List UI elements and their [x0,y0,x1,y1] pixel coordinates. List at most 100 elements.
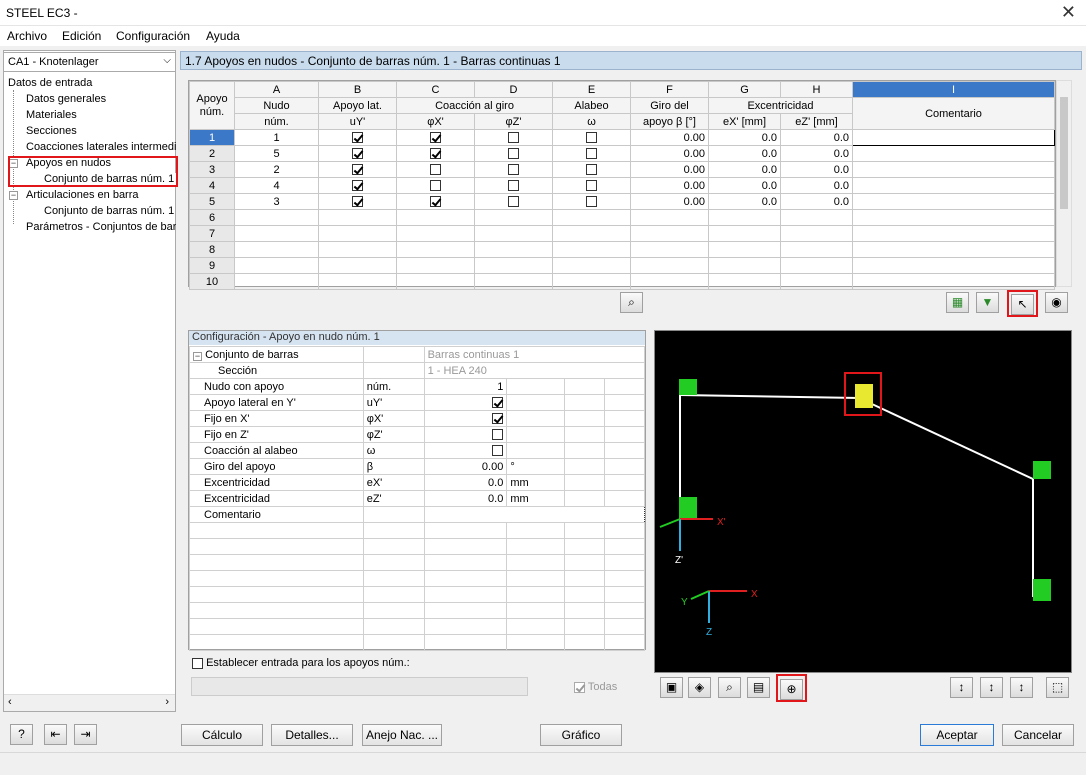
anejo-button[interactable]: Anejo Nac. ... [362,724,442,746]
grid-checkbox[interactable] [508,164,519,176]
row-number[interactable]: 3 [189,161,235,178]
empty-cell[interactable] [396,273,475,290]
grid-checkbox[interactable] [586,132,597,144]
empty-cell[interactable] [552,241,631,258]
cell-phix[interactable] [396,161,475,178]
cell-alabeo[interactable] [552,177,631,194]
collapse-icon[interactable]: − [193,351,202,361]
cell-alabeo[interactable] [552,193,631,210]
cell-beta[interactable]: 0.00 [630,145,709,162]
empty-cell[interactable] [318,257,397,274]
property-row[interactable]: Coacción al alabeo ω [189,442,645,459]
grid-checkbox[interactable] [508,196,519,208]
empty-cell[interactable] [852,209,1055,226]
cell-alabeo[interactable] [552,145,631,162]
cell-alabeo[interactable] [552,129,631,146]
isometric-icon[interactable]: ⬚ [1046,677,1069,698]
property-row[interactable]: Excentricidad eX' 0.0 mm [189,474,645,491]
view-x-icon[interactable]: ↕ [950,677,973,698]
grid-checkbox[interactable] [430,180,441,192]
cell-nudo[interactable]: 2 [234,161,319,178]
cell-nudo[interactable]: 4 [234,177,319,194]
aceptar-button[interactable]: Aceptar [920,724,994,746]
grid-checkbox[interactable] [508,180,519,192]
property-row[interactable]: Fijo en Z' φZ' [189,426,645,443]
cell-lat[interactable] [318,145,397,162]
cell-phiz[interactable] [474,161,553,178]
cell-beta[interactable]: 0.00 [630,177,709,194]
cell-phiz[interactable] [474,145,553,162]
row-number[interactable]: 9 [189,257,235,274]
empty-cell[interactable] [780,257,853,274]
table-row[interactable]: 9 [189,257,1055,274]
row-number[interactable]: 4 [189,177,235,194]
grafico-button[interactable]: Gráfico [540,724,622,746]
view-icon[interactable]: ◉ [1045,292,1068,313]
view-y-icon[interactable]: ↕ [980,677,1003,698]
rotate-icon[interactable]: ◈ [688,677,711,698]
cell-phiz[interactable] [474,177,553,194]
establecer-checkbox[interactable] [192,657,203,669]
empty-cell[interactable] [708,209,781,226]
prop-checkbox[interactable] [492,397,504,409]
table-row[interactable]: 4 4 0.00 0.0 0.0 [189,177,1055,194]
empty-cell[interactable] [852,257,1055,274]
empty-cell[interactable] [552,257,631,274]
empty-cell[interactable] [396,225,475,242]
grid-checkbox[interactable] [508,132,519,144]
prop-value[interactable] [423,426,508,443]
excel-export-icon[interactable]: ▦ [946,292,969,313]
scroll-right-icon[interactable]: › [165,696,169,708]
grid-checkbox[interactable] [352,180,363,192]
prop-value[interactable]: 0.0 [423,474,508,491]
empty-cell[interactable] [780,241,853,258]
prop-comment-value[interactable] [423,506,646,523]
property-row[interactable]: Comentario [189,506,646,523]
cancelar-button[interactable]: Cancelar [1002,724,1074,746]
display-icon[interactable]: ▤ [747,677,770,698]
cell-ex[interactable]: 0.0 [708,177,781,194]
cell-lat[interactable] [318,161,397,178]
row-number[interactable]: 8 [189,241,235,258]
close-icon[interactable]: ✕ [1061,2,1076,23]
grid-checkbox[interactable] [430,196,441,208]
empty-cell[interactable] [474,241,553,258]
row-number[interactable]: 5 [189,193,235,210]
empty-cell[interactable] [630,257,709,274]
filter-icon[interactable]: ⌕ [620,292,643,313]
cell-comentario[interactable] [852,145,1055,162]
cell-phix[interactable] [396,145,475,162]
empty-cell[interactable] [708,273,781,290]
tree-item-materiales[interactable]: Materiales [26,109,77,121]
tree-item-articulaciones-conjunto[interactable]: Conjunto de barras núm. 1 [44,205,176,217]
help-icon[interactable]: ? [10,724,33,745]
cell-nudo[interactable]: 5 [234,145,319,162]
cell-lat[interactable] [318,193,397,210]
empty-cell[interactable] [318,209,397,226]
grid-checkbox[interactable] [352,196,363,208]
empty-cell[interactable] [630,225,709,242]
tree-item-articulaciones[interactable]: Articulaciones en barra [26,189,139,201]
cell-lat[interactable] [318,129,397,146]
cell-phix[interactable] [396,129,475,146]
tree-item-secciones[interactable]: Secciones [26,125,77,137]
empty-cell[interactable] [474,257,553,274]
prop-value[interactable]: 0.0 [423,490,508,507]
empty-cell[interactable] [852,241,1055,258]
export-icon[interactable]: ⇥ [74,724,97,745]
prop-checkbox[interactable] [492,413,504,425]
chevron-down-icon[interactable]: ⌵ [163,55,171,66]
cell-phiz[interactable] [474,129,553,146]
cell-ez[interactable]: 0.0 [780,161,853,178]
empty-cell[interactable] [234,257,319,274]
support-node[interactable] [1033,461,1051,479]
grid-vertical-scrollbar[interactable] [1056,80,1072,287]
row-number[interactable]: 10 [189,273,235,290]
empty-cell[interactable] [318,273,397,290]
empty-cell[interactable] [630,273,709,290]
row-number[interactable]: 7 [189,225,235,242]
empty-cell[interactable] [234,225,319,242]
grid-checkbox[interactable] [352,132,363,144]
menu-edicion[interactable]: Edición [62,29,101,43]
import-icon[interactable]: ⇤ [44,724,67,745]
